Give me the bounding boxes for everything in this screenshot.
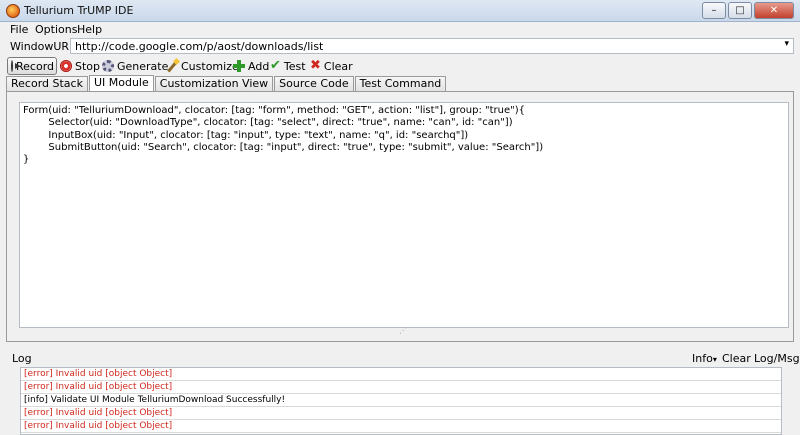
tab-customization-view[interactable]: Customization View [154,76,274,91]
ui-module-panel: Form(uid: "TelluriumDownload", clocator:… [6,91,794,342]
check-icon: ✔ [270,58,281,73]
x-icon: ✖ [310,58,321,73]
wand-icon [166,60,178,72]
url-label: WindowURL [10,40,76,53]
test-label: Test [283,59,306,73]
tab-record-stack[interactable]: Record Stack [6,76,88,91]
log-level-select[interactable]: Info▾ [692,352,717,365]
generate-button[interactable]: Generate [102,57,168,75]
test-button[interactable]: ✔ Test [270,57,306,75]
toolbar: Record Stop Generate Customize Add ✔ Tes… [0,56,800,76]
log-header: Log Info▾ Clear Log/Msg [0,352,800,366]
stop-icon [60,60,72,72]
stop-button[interactable]: Stop [60,57,100,75]
stop-label: Stop [75,59,101,73]
customize-label: Customize [181,59,239,73]
app-icon [6,4,20,18]
title-bar: Tellurium TrUMP IDE – □ ✕ [0,0,800,22]
log-msg-toggle[interactable]: Log/Msg [754,352,800,365]
plus-icon [233,60,245,72]
add-label: Add [248,59,270,73]
minimize-button[interactable]: – [702,2,726,19]
log-title: Log [12,352,32,365]
log-level-value: Info [692,352,713,365]
record-button[interactable]: Record [7,57,57,75]
log-list[interactable]: [error] Invalid uid [object Object] [err… [20,367,782,435]
log-entry: [error] Invalid uid [object Object] [21,368,781,381]
resize-grip-icon[interactable]: ⋰ [399,327,407,335]
clear-button[interactable]: ✖ Clear [310,57,353,75]
maximize-button[interactable]: □ [728,2,752,19]
log-entry: [info] Validate UI Module TelluriumDownl… [21,394,781,407]
record-icon [11,60,20,72]
menu-bar: File Options Help [0,22,800,38]
url-dropdown-icon[interactable]: ▾ [784,39,789,49]
generate-label: Generate [117,59,169,73]
tab-source-code[interactable]: Source Code [274,76,354,91]
log-entry: [error] Invalid uid [object Object] [21,420,781,433]
gear-icon [102,60,114,72]
chevron-down-icon: ▾ [712,355,717,364]
customize-button[interactable]: Customize [166,57,239,75]
menu-file[interactable]: File [10,23,28,36]
tab-strip: Record Stack UI Module Customization Vie… [6,75,447,92]
log-entry: [error] Invalid uid [object Object] [21,381,781,394]
menu-options[interactable]: Options [35,23,77,36]
tab-test-command[interactable]: Test Command [354,76,447,91]
record-label: Record [16,59,55,73]
window-controls: – □ ✕ [702,2,794,19]
close-button[interactable]: ✕ [754,2,794,19]
window-title: Tellurium TrUMP IDE [24,4,134,17]
url-input[interactable]: http://code.google.com/p/aost/downloads/… [70,38,794,54]
ui-module-code-editor[interactable]: Form(uid: "TelluriumDownload", clocator:… [19,102,789,328]
menu-help[interactable]: Help [77,23,102,36]
log-clear-button[interactable]: Clear [722,352,751,365]
clear-label: Clear [323,59,353,73]
add-button[interactable]: Add [233,57,269,75]
tab-ui-module[interactable]: UI Module [88,75,154,92]
log-entry: [error] Invalid uid [object Object] [21,407,781,420]
url-bar: WindowURL http://code.google.com/p/aost/… [0,38,800,55]
url-value: http://code.google.com/p/aost/downloads/… [75,40,324,53]
